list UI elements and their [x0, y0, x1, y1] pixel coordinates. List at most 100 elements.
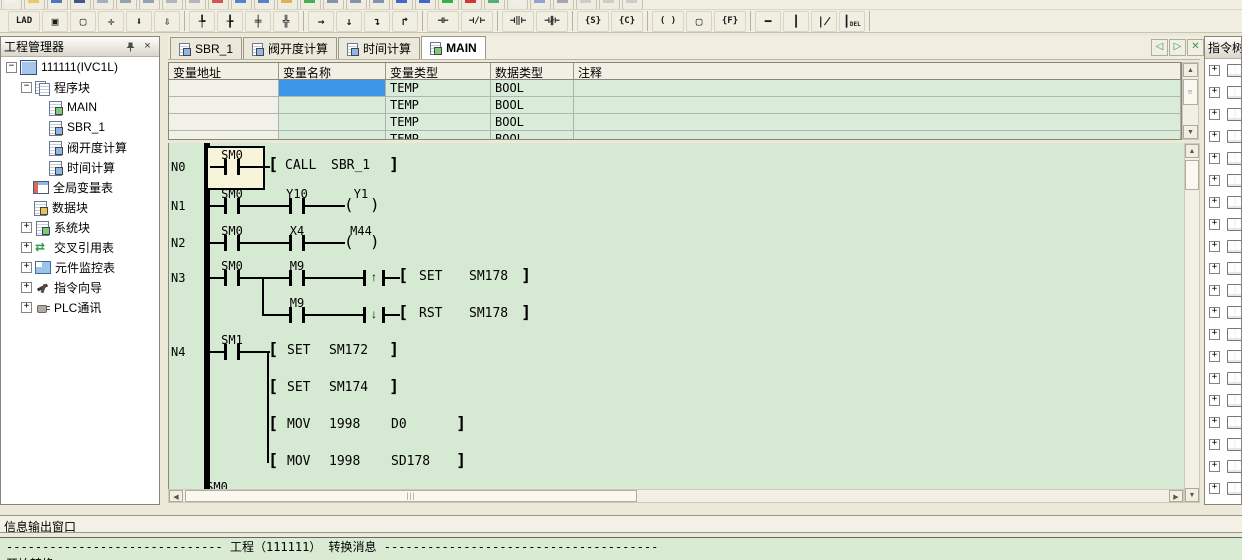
ladder-hscrollbar[interactable]: ◀ ||| ▶: [168, 489, 1184, 503]
tab-SBR_1[interactable]: SBR_1: [170, 37, 242, 59]
delete-row-button[interactable]: ⇩: [154, 11, 180, 32]
tree-expander-icon[interactable]: +: [1209, 307, 1220, 318]
ladder-scroll-left-icon[interactable]: ◀: [169, 490, 183, 502]
tree-item-交叉引用表[interactable]: +⇄交叉引用表: [2, 237, 158, 257]
table-cell[interactable]: TEMP: [386, 80, 491, 97]
tab-next-button[interactable]: ▷: [1169, 39, 1186, 56]
contact-parallel-nc-button[interactable]: ⊣∦⊢: [536, 11, 568, 32]
toolbar-icon-13[interactable]: [300, 0, 321, 10]
tree-expander-icon[interactable]: +: [1209, 483, 1220, 494]
instruction-category[interactable]: +: [1205, 411, 1241, 433]
view-empty-box-button[interactable]: ▢: [70, 11, 96, 32]
ladder-vscrollbar[interactable]: ▲ ▼: [1184, 143, 1200, 503]
lad-mode-button[interactable]: LAD: [8, 11, 40, 32]
toolbar-icon-24[interactable]: [553, 0, 574, 10]
merge-network-button[interactable]: ╬: [273, 11, 299, 32]
table-scroll-up-icon[interactable]: ▲: [1183, 63, 1198, 77]
contact-parallel-no-button[interactable]: ⊣‖⊢: [502, 11, 534, 32]
tree-expander-icon[interactable]: +: [1209, 329, 1220, 340]
table-cell[interactable]: [279, 97, 386, 114]
tree-item-全局变量表[interactable]: 全局变量表: [2, 177, 158, 197]
table-cell[interactable]: [574, 80, 1181, 97]
column-header-变量名称[interactable]: 变量名称: [279, 63, 386, 80]
instruction-category[interactable]: +: [1205, 125, 1241, 147]
delete-vline-button[interactable]: ┃DEL: [839, 11, 865, 32]
tree-expander-icon[interactable]: +: [1209, 131, 1220, 142]
instruction-category[interactable]: +: [1205, 477, 1241, 499]
contact-nc-button[interactable]: ⊣/⊢: [461, 11, 493, 32]
coil-button[interactable]: ( ): [652, 11, 684, 32]
tree-expander-icon[interactable]: +: [1209, 373, 1220, 384]
toolbar-icon-8[interactable]: [185, 0, 206, 10]
toolbar-icon-27[interactable]: [622, 0, 643, 10]
tree-expander-icon[interactable]: +: [21, 262, 32, 273]
tree-item-元件监控表[interactable]: +元件监控表: [2, 257, 158, 277]
toolbar-icon-14[interactable]: [323, 0, 344, 10]
table-cell[interactable]: [169, 80, 279, 97]
tree-item-指令向导[interactable]: +指令向导: [2, 277, 158, 297]
toolbar-icon-16[interactable]: [369, 0, 390, 10]
tree-expander-icon[interactable]: +: [1209, 175, 1220, 186]
contact-no-button[interactable]: ⊣⊢: [427, 11, 459, 32]
table-cell[interactable]: [169, 114, 279, 131]
ladder-scroll-right-icon[interactable]: ▶: [1169, 490, 1183, 502]
column-header-变量地址[interactable]: 变量地址: [169, 63, 279, 80]
table-cell[interactable]: BOOL: [491, 131, 574, 140]
tree-item-阀开度计算[interactable]: 阀开度计算: [2, 137, 158, 157]
view-network-box-button[interactable]: ▣: [42, 11, 68, 32]
table-cell[interactable]: [574, 97, 1181, 114]
tree-item-时间计算[interactable]: 时间计算: [2, 157, 158, 177]
toolbar-icon-20[interactable]: [461, 0, 482, 10]
pin-icon[interactable]: [122, 39, 139, 55]
delete-network-button[interactable]: ╪: [245, 11, 271, 32]
tree-expander-icon[interactable]: +: [1209, 439, 1220, 450]
table-vscrollbar[interactable]: ▲ ≡ ▼: [1182, 62, 1199, 140]
toolbar-icon-18[interactable]: [415, 0, 436, 10]
table-cell[interactable]: BOOL: [491, 97, 574, 114]
toolbar-icon-26[interactable]: [599, 0, 620, 10]
instruction-category[interactable]: +: [1205, 455, 1241, 477]
table-cell[interactable]: [169, 131, 279, 140]
instruction-category[interactable]: +: [1205, 323, 1241, 345]
instruction-category[interactable]: +: [1205, 147, 1241, 169]
delete-line-button[interactable]: ∤: [811, 11, 837, 32]
tree-expander-icon[interactable]: +: [21, 242, 32, 253]
toolbar-icon-22[interactable]: [507, 0, 528, 10]
insert-network-above-button[interactable]: ╄: [189, 11, 215, 32]
insert-row-button[interactable]: ⬇: [126, 11, 152, 32]
instruction-category[interactable]: +: [1205, 103, 1241, 125]
instruction-category[interactable]: +: [1205, 191, 1241, 213]
table-cell[interactable]: [279, 80, 386, 97]
instruction-category[interactable]: +: [1205, 257, 1241, 279]
tree-item-PLC通讯[interactable]: +PLC通讯: [2, 297, 158, 317]
instruction-category[interactable]: +: [1205, 81, 1241, 103]
insert-cell-button[interactable]: ✛: [98, 11, 124, 32]
table-cell[interactable]: TEMP: [386, 114, 491, 131]
tree-expander-icon[interactable]: +: [1209, 65, 1220, 76]
toolbar-icon-9[interactable]: [208, 0, 229, 10]
toolbar-icon-10[interactable]: [231, 0, 252, 10]
tree-expander-icon[interactable]: +: [1209, 263, 1220, 274]
insert-network-below-button[interactable]: ╊: [217, 11, 243, 32]
instruction-category[interactable]: +: [1205, 279, 1241, 301]
tree-expander-icon[interactable]: +: [1209, 395, 1220, 406]
instruction-category[interactable]: +: [1205, 367, 1241, 389]
table-cell[interactable]: TEMP: [386, 131, 491, 140]
toolbar-icon-0[interactable]: [1, 0, 22, 10]
set-instruction-button[interactable]: {S}: [577, 11, 609, 32]
tab-MAIN[interactable]: MAIN: [421, 36, 486, 59]
table-cell[interactable]: BOOL: [491, 80, 574, 97]
toolbar-icon-4[interactable]: [93, 0, 114, 10]
toolbar-icon-21[interactable]: [484, 0, 505, 10]
tab-prev-button[interactable]: ◁: [1151, 39, 1168, 56]
column-header-数据类型[interactable]: 数据类型: [491, 63, 574, 80]
output-window-titlebar[interactable]: 信息输出窗口: [0, 515, 1242, 533]
table-cell[interactable]: [279, 131, 386, 140]
tree-item-MAIN[interactable]: MAIN: [2, 97, 158, 117]
tree-expander-icon[interactable]: −: [6, 62, 17, 73]
toolbar-icon-23[interactable]: [530, 0, 551, 10]
tree-expander-icon[interactable]: +: [1209, 285, 1220, 296]
instruction-category[interactable]: +: [1205, 499, 1241, 505]
tree-expander-icon[interactable]: +: [1209, 87, 1220, 98]
tree-expander-icon[interactable]: +: [1209, 241, 1220, 252]
